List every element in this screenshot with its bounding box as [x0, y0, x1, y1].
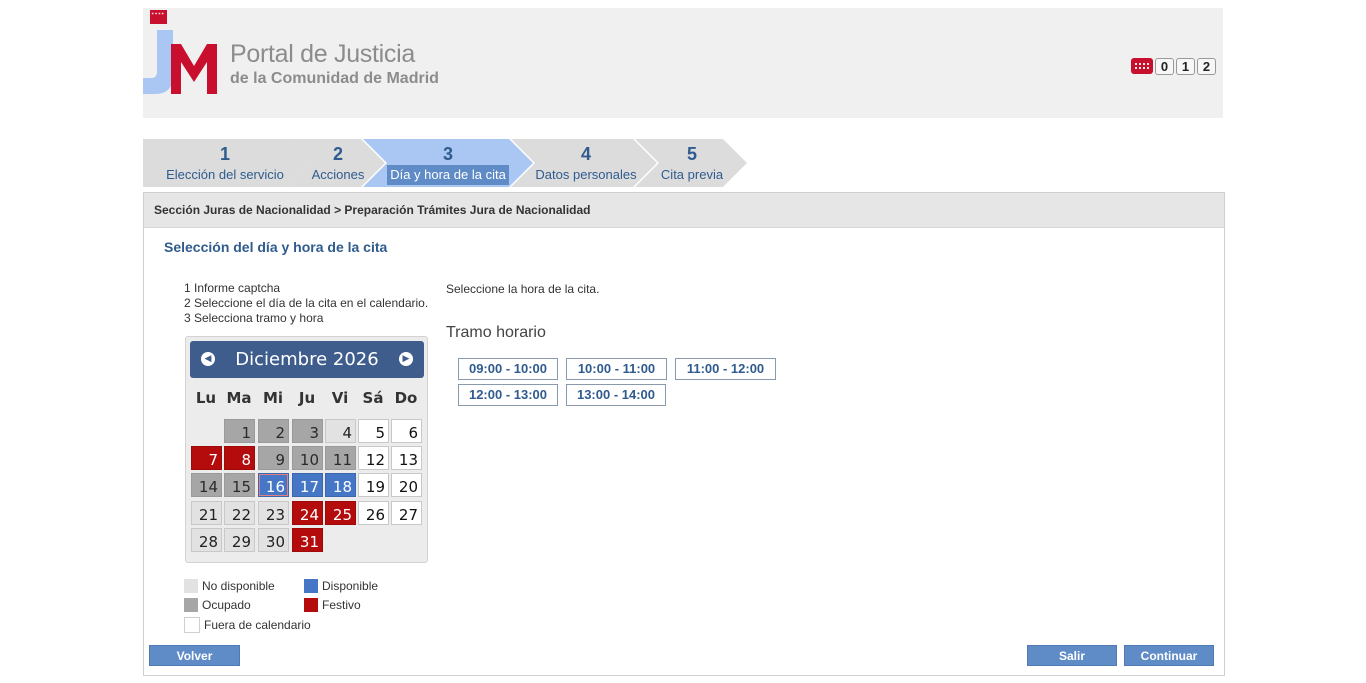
legend-swatch: [184, 598, 198, 612]
calendar-day: 4: [325, 419, 356, 443]
main-panel: Sección Juras de Nacionalidad > Preparac…: [143, 192, 1225, 676]
calendar-day: 3: [292, 419, 323, 443]
calendar-header: ◀ Diciembre 2026 ▶: [190, 341, 424, 378]
calendar-day[interactable]: 17: [292, 473, 323, 497]
step-label: Cita previa: [660, 167, 724, 182]
continuar-button[interactable]: Continuar: [1124, 645, 1214, 666]
calendar-day: 30: [258, 528, 289, 552]
tramo-horario-title: Tramo horario: [446, 324, 546, 341]
time-slot-button[interactable]: 09:00 - 10:00: [458, 358, 558, 380]
calendar-day: 23: [258, 501, 289, 525]
weekday-header: Do: [394, 389, 418, 407]
weekday-header: Ma: [226, 389, 252, 407]
emergency-012-badge[interactable]: 0 1 2: [1131, 57, 1216, 75]
calendar-day: 2: [258, 419, 289, 443]
madrid-flag-icon: [150, 10, 167, 24]
volver-button[interactable]: Volver: [149, 645, 240, 666]
calendar-day: 8: [224, 446, 255, 470]
legend-label: Festivo: [322, 598, 361, 612]
calendar-day: 6: [391, 419, 422, 443]
salir-button[interactable]: Salir: [1027, 645, 1117, 666]
legend-swatch: [304, 579, 318, 593]
section-title: Selección del día y hora de la cita: [164, 239, 388, 255]
portal-subtitle: de la Comunidad de Madrid: [230, 70, 439, 87]
madrid-stars-icon: [1131, 58, 1153, 74]
calendar-day: 1: [224, 419, 255, 443]
badge-digit: 0: [1155, 57, 1174, 75]
calendar-day[interactable]: 18: [325, 473, 356, 497]
calendar-day: 22: [224, 501, 255, 525]
step-number: 1: [219, 144, 230, 164]
next-month-icon[interactable]: ▶: [399, 352, 413, 366]
calendar-day: 10: [292, 446, 323, 470]
instruction-item: 2 Seleccione el día de la cita en el cal…: [184, 296, 429, 310]
time-slot-button[interactable]: 12:00 - 13:00: [458, 384, 558, 406]
badge-digit: 2: [1197, 57, 1216, 75]
calendar-day: 26: [358, 501, 389, 525]
site-header: Portal de Justicia de la Comunidad de Ma…: [143, 8, 1223, 118]
weekday-header: Ju: [298, 389, 316, 407]
calendar-day: 24: [292, 501, 323, 525]
legend-label: Ocupado: [202, 598, 251, 612]
instructions-list: 1 Informe captcha 2 Seleccione el día de…: [184, 281, 428, 326]
wizard-steps: 1 Elección del servicio 2 Acciones 3 Día…: [143, 139, 763, 187]
step-label: Datos personales: [535, 167, 637, 182]
calendar-day: 19: [358, 473, 389, 497]
legend-label: No disponible: [202, 579, 275, 593]
calendar-day: 21: [191, 501, 222, 525]
time-slot-button[interactable]: 10:00 - 11:00: [566, 358, 667, 380]
select-hour-text: Seleccione la hora de la cita.: [446, 282, 600, 296]
legend-swatch: [184, 579, 198, 593]
weekday-header: Sá: [362, 389, 384, 407]
legend-swatch: [304, 598, 318, 612]
calendar-day: 25: [325, 501, 356, 525]
step-label: Día y hora de la cita: [390, 167, 506, 182]
legend-label: Fuera de calendario: [204, 618, 311, 632]
weekday-header: Vi: [331, 389, 349, 407]
step-dia-hora: 3 Día y hora de la cita: [363, 139, 533, 187]
legend-label: Disponible: [322, 579, 379, 593]
calendar-month-title: Diciembre 2026: [235, 349, 379, 370]
legend-swatch: [184, 617, 200, 633]
calendar-day: 27: [391, 501, 422, 525]
step-number: 4: [580, 144, 591, 164]
calendar-day: 28: [191, 528, 222, 552]
date-calendar: ◀ Diciembre 2026 ▶ Lu Ma Mi Ju Vi Sá Do 1 2 3 4 5 6 7…: [185, 336, 428, 563]
calendar-day: 20: [391, 473, 422, 497]
calendar-day: 5: [358, 419, 389, 443]
time-slot-button[interactable]: 13:00 - 14:00: [566, 384, 666, 406]
time-slot-button[interactable]: 11:00 - 12:00: [675, 358, 776, 380]
calendar-day: 14: [191, 473, 222, 497]
calendar-day: 12: [358, 446, 389, 470]
badge-digit: 1: [1176, 57, 1195, 75]
calendar-day: 11: [325, 446, 356, 470]
step-eleccion-servicio: 1 Elección del servicio: [143, 139, 311, 187]
instruction-item: 1 Informe captcha: [184, 281, 281, 295]
logo-m-icon: [171, 44, 217, 94]
calendar-day[interactable]: 16: [258, 473, 289, 497]
calendar-day: 31: [292, 528, 323, 552]
step-number: 3: [442, 144, 453, 164]
calendar-day: 29: [224, 528, 255, 552]
instruction-item: 3 Selecciona tramo y hora: [184, 311, 324, 325]
calendar-day: 13: [391, 446, 422, 470]
calendar-day: 15: [224, 473, 255, 497]
step-label: Elección del servicio: [166, 167, 284, 182]
breadcrumb: Sección Juras de Nacionalidad > Preparac…: [144, 193, 1224, 228]
calendar-day: 9: [258, 446, 289, 470]
weekday-header: Mi: [262, 389, 284, 407]
portal-title: Portal de Justicia: [230, 40, 415, 68]
calendar-day: 7: [191, 446, 222, 470]
weekday-header: Lu: [195, 389, 217, 407]
